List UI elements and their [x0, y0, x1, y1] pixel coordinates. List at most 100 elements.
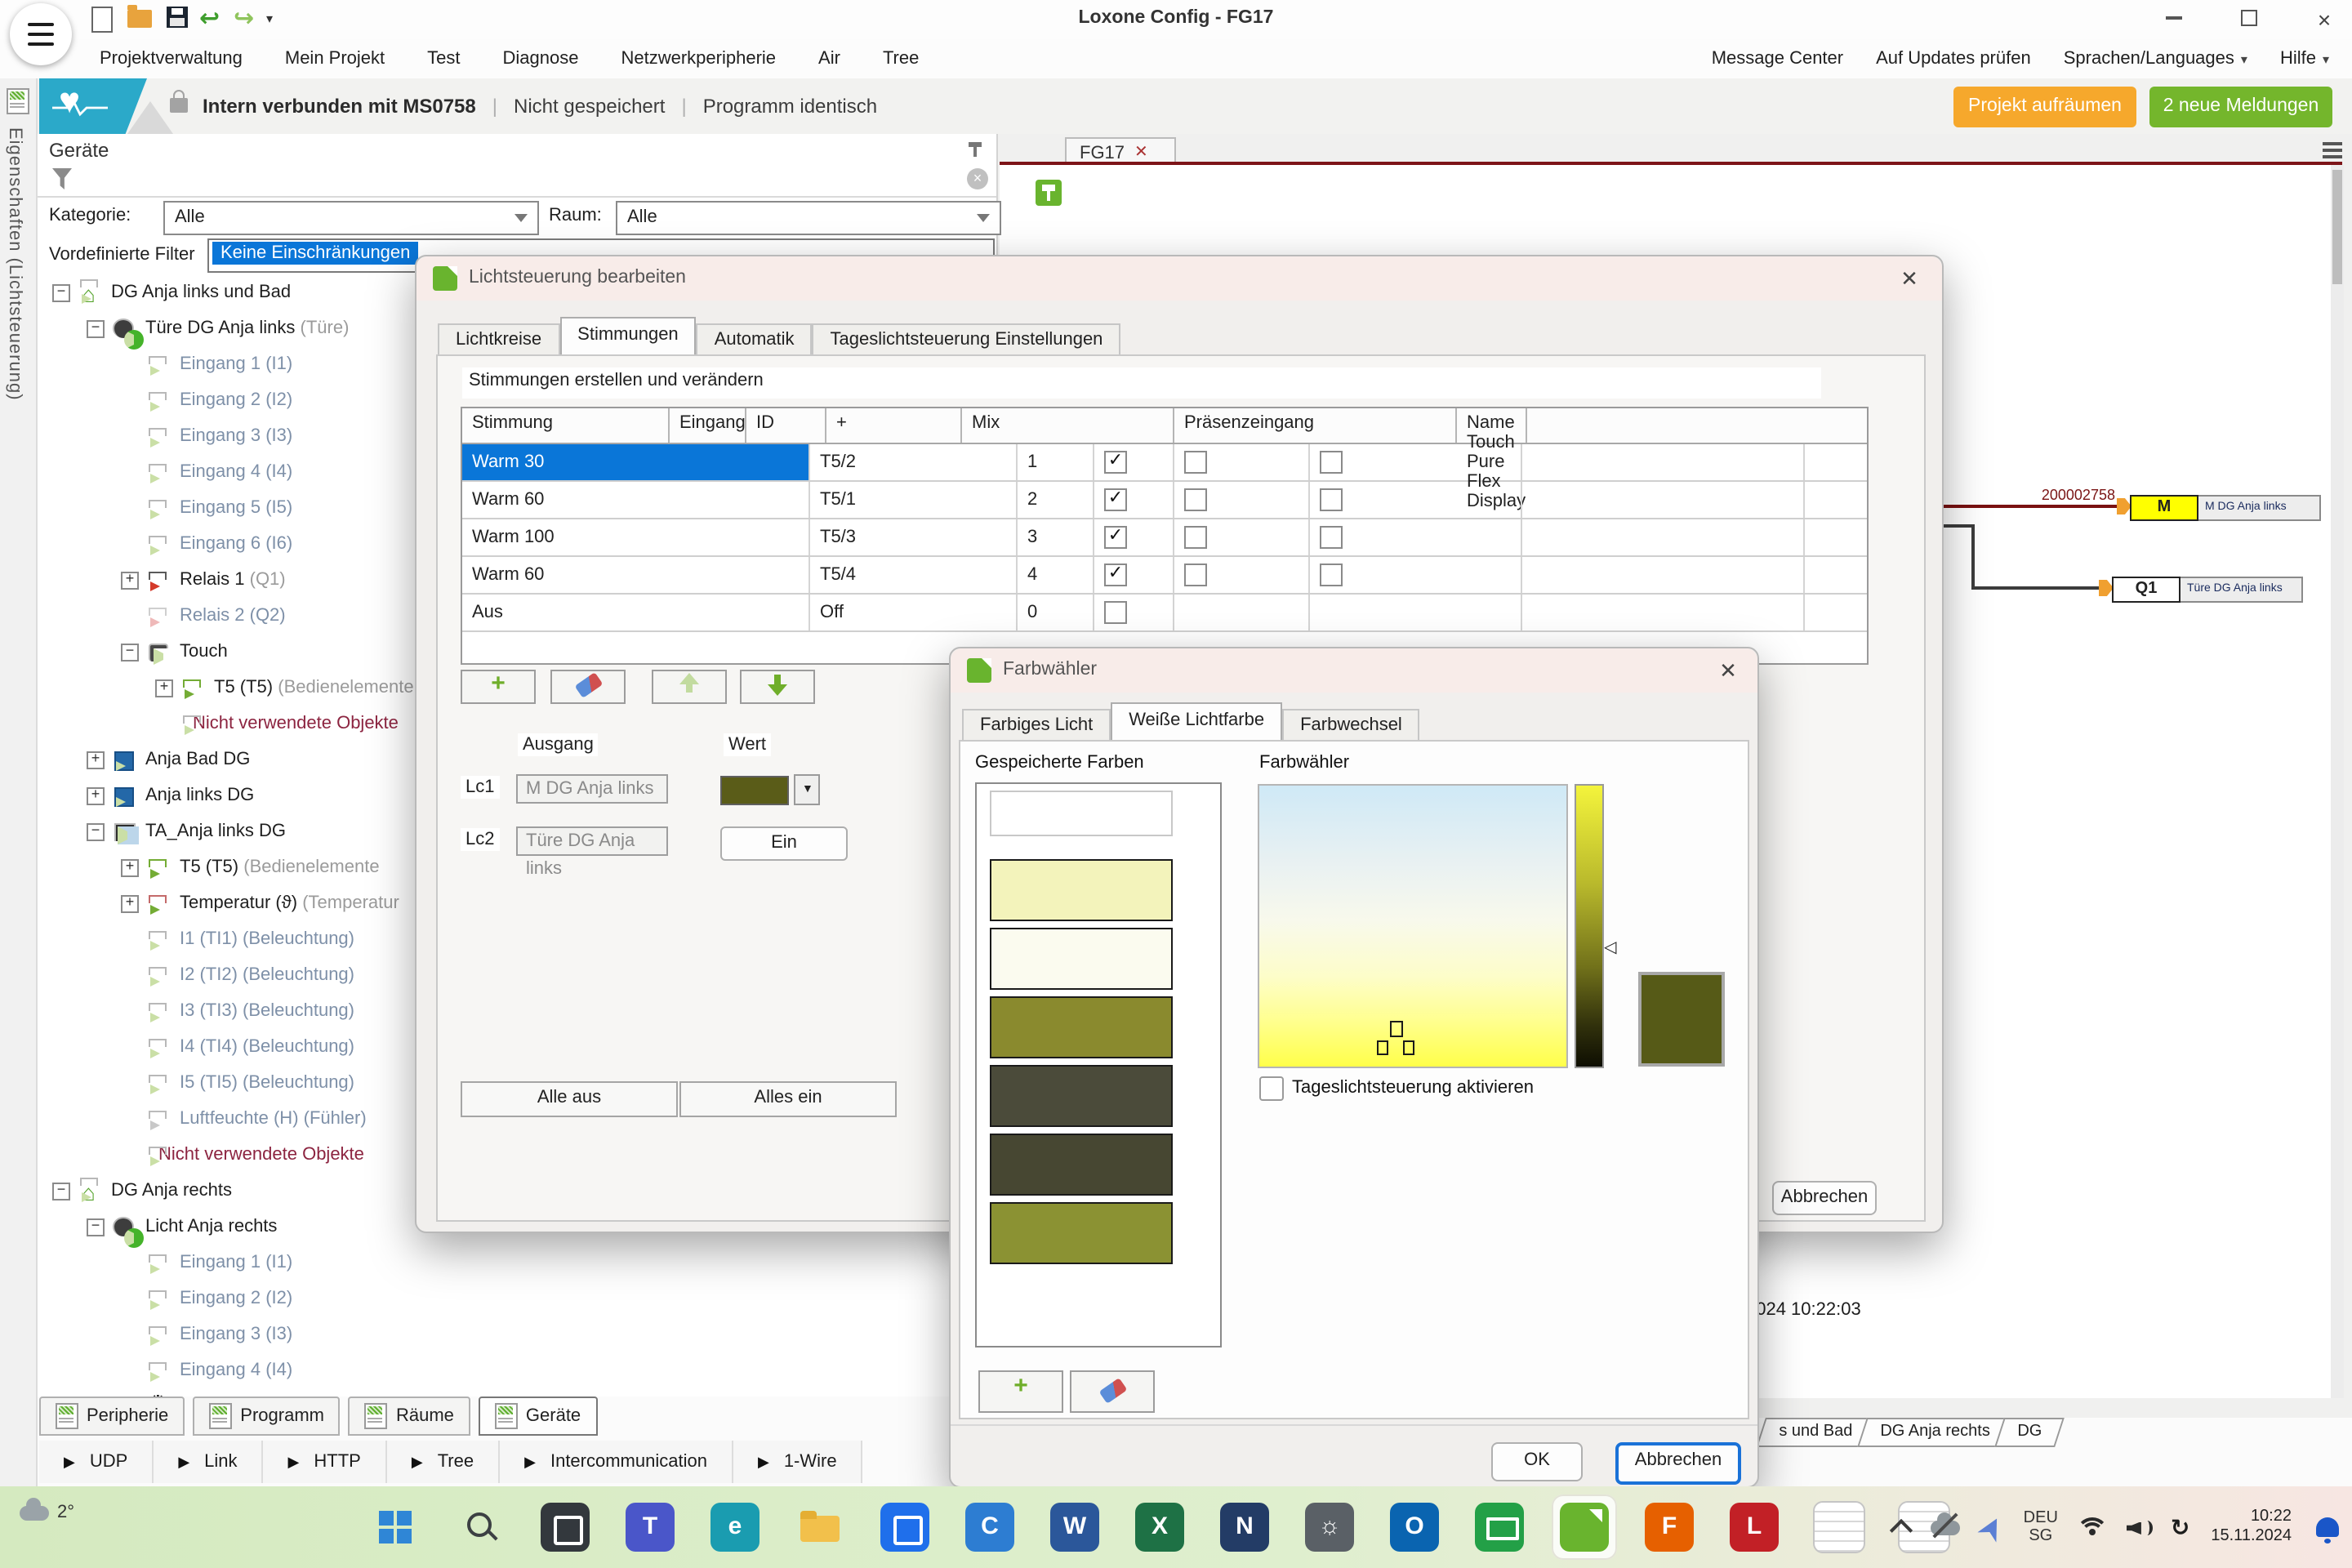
- log-tab[interactable]: 1-Wire: [733, 1441, 863, 1483]
- close-button[interactable]: ×: [2300, 8, 2349, 33]
- block-code[interactable]: M: [2130, 495, 2198, 521]
- expand-box[interactable]: [87, 319, 105, 337]
- cell-plus[interactable]: [1094, 595, 1174, 630]
- log-tab[interactable]: Tree: [386, 1441, 501, 1483]
- color-gradient-field[interactable]: [1258, 784, 1568, 1068]
- tageslicht-checkbox[interactable]: [1259, 1076, 1284, 1101]
- projekt-aufraeumen-button[interactable]: Projekt aufräumen: [1953, 87, 2136, 127]
- checkbox[interactable]: [1320, 564, 1343, 586]
- filter-clear-icon[interactable]: ×: [967, 168, 988, 189]
- table-row[interactable]: Aus Off 0: [462, 595, 1867, 632]
- add-row-button[interactable]: +: [461, 670, 536, 704]
- taskbar-icon[interactable]: [1806, 1494, 1872, 1560]
- cell-praesenzeingang[interactable]: [1310, 444, 1522, 480]
- cell-praesenzeingang[interactable]: [1310, 482, 1522, 518]
- expand-box[interactable]: [121, 571, 139, 589]
- column-header[interactable]: Stimmung: [462, 408, 670, 443]
- move-up-button[interactable]: [652, 670, 727, 704]
- cell-praesenzeingang[interactable]: [1310, 595, 1522, 630]
- slider-marker-icon[interactable]: ◁: [1604, 939, 1616, 957]
- cell-stimmung[interactable]: Warm 60: [462, 482, 810, 518]
- color-swatch[interactable]: [990, 859, 1173, 921]
- menu-item[interactable]: Air: [818, 49, 840, 69]
- tray-chevron-icon[interactable]: [1889, 1518, 1913, 1543]
- menu-item[interactable]: Diagnose: [503, 49, 579, 69]
- dialog-tab[interactable]: Weiße Lichtfarbe: [1111, 702, 1283, 740]
- sheet-tab[interactable]: s und Bad: [1756, 1418, 1875, 1447]
- taskbar-icon[interactable]: e: [702, 1494, 768, 1560]
- tree-item[interactable]: Eingang 4 (I4): [36, 1352, 993, 1388]
- checkbox[interactable]: [1104, 564, 1127, 586]
- volume-icon[interactable]: [2127, 1517, 2153, 1538]
- expand-box[interactable]: [52, 1182, 70, 1200]
- cell-praesenzeingang[interactable]: [1310, 519, 1522, 555]
- panel-tab[interactable]: Räume: [348, 1396, 470, 1436]
- cell-eingang[interactable]: T5/2: [810, 444, 1018, 480]
- canvas-vertical-scrollbar[interactable]: [2331, 165, 2344, 1398]
- location-icon[interactable]: [1977, 1512, 2006, 1541]
- log-tab[interactable]: UDP: [39, 1441, 154, 1483]
- tree-item[interactable]: Eingang 3 (I3): [36, 1316, 993, 1352]
- dialog-close-icon[interactable]: ✕: [1715, 658, 1741, 684]
- table-row[interactable]: Warm 60 T5/4 4: [462, 557, 1867, 595]
- cell-display-name[interactable]: [1522, 519, 1805, 555]
- dialog-tab[interactable]: Tageslichtsteuerung Einstellungen: [812, 323, 1121, 356]
- taskbar-icon[interactable]: [872, 1494, 938, 1560]
- neue-meldungen-button[interactable]: 2 neue Meldungen: [2149, 87, 2332, 127]
- cell-id[interactable]: 1: [1018, 444, 1094, 480]
- taskbar-icon[interactable]: [1552, 1494, 1617, 1560]
- cell-plus[interactable]: [1094, 482, 1174, 518]
- abbrechen-button[interactable]: Abbrechen: [1615, 1442, 1741, 1485]
- log-tab[interactable]: HTTP: [263, 1441, 387, 1483]
- brightness-slider[interactable]: [1575, 784, 1604, 1068]
- wifi-icon[interactable]: [2075, 1517, 2109, 1537]
- taskbar-icon[interactable]: F: [1637, 1494, 1702, 1560]
- taskbar-icon[interactable]: X: [1127, 1494, 1192, 1560]
- color-swatch[interactable]: [990, 928, 1173, 990]
- panel-tab[interactable]: Peripherie: [39, 1396, 185, 1436]
- output-block-q1[interactable]: Q1 Türe DG Anja links: [2112, 577, 2303, 603]
- cell-mix[interactable]: [1174, 519, 1310, 555]
- cell-mix[interactable]: [1174, 482, 1310, 518]
- tab-close-icon[interactable]: ✕: [1134, 144, 1148, 162]
- expand-box[interactable]: [87, 751, 105, 768]
- add-color-button[interactable]: +: [978, 1370, 1063, 1413]
- sheet-tab[interactable]: DG: [1994, 1418, 2065, 1447]
- menu-item[interactable]: Hilfe: [2280, 49, 2329, 69]
- checkbox[interactable]: [1104, 601, 1127, 624]
- column-header[interactable]: Mix: [962, 408, 1174, 443]
- cell-stimmung[interactable]: Aus: [462, 595, 810, 630]
- sync-icon[interactable]: ↻: [2171, 1513, 2189, 1541]
- color-swatch[interactable]: [990, 791, 1173, 836]
- delete-row-button[interactable]: [550, 670, 626, 704]
- expand-box[interactable]: [121, 894, 139, 912]
- saved-colors-list[interactable]: [975, 782, 1222, 1348]
- cell-display-name[interactable]: [1522, 557, 1805, 593]
- cell-eingang[interactable]: T5/3: [810, 519, 1018, 555]
- toolbar-overflow-icon[interactable]: ▾: [266, 11, 273, 26]
- pin-icon[interactable]: [969, 142, 982, 157]
- cell-mix[interactable]: [1174, 444, 1310, 480]
- raum-select[interactable]: Alle: [616, 201, 1001, 235]
- expand-box[interactable]: [87, 786, 105, 804]
- taskbar-icon[interactable]: [448, 1494, 513, 1560]
- ok-button[interactable]: OK: [1491, 1442, 1583, 1481]
- dialog-tab[interactable]: Automatik: [696, 323, 813, 356]
- dialog-tab[interactable]: Stimmungen: [559, 317, 697, 354]
- checkbox[interactable]: [1184, 451, 1207, 474]
- dialog-tab[interactable]: Farbiges Licht: [962, 709, 1111, 742]
- expand-box[interactable]: [52, 283, 70, 301]
- cell-praesenzeingang[interactable]: [1310, 557, 1522, 593]
- menu-item[interactable]: Auf Updates prüfen: [1876, 49, 2031, 69]
- notification-bell-icon[interactable]: [2316, 1517, 2339, 1544]
- taskbar-icon[interactable]: L: [1722, 1494, 1787, 1560]
- checkbox[interactable]: [1184, 488, 1207, 511]
- expand-box[interactable]: [87, 822, 105, 840]
- sheet-tab[interactable]: DG Anja rechts: [1857, 1418, 2013, 1447]
- cell-id[interactable]: 0: [1018, 595, 1094, 630]
- taskbar-icon[interactable]: ☼: [1297, 1494, 1362, 1560]
- checkbox[interactable]: [1104, 526, 1127, 549]
- dialog-title-bar[interactable]: Lichtsteuerung bearbeiten: [416, 256, 1942, 301]
- cell-mix[interactable]: [1174, 595, 1310, 630]
- taskbar-icon[interactable]: [363, 1494, 428, 1560]
